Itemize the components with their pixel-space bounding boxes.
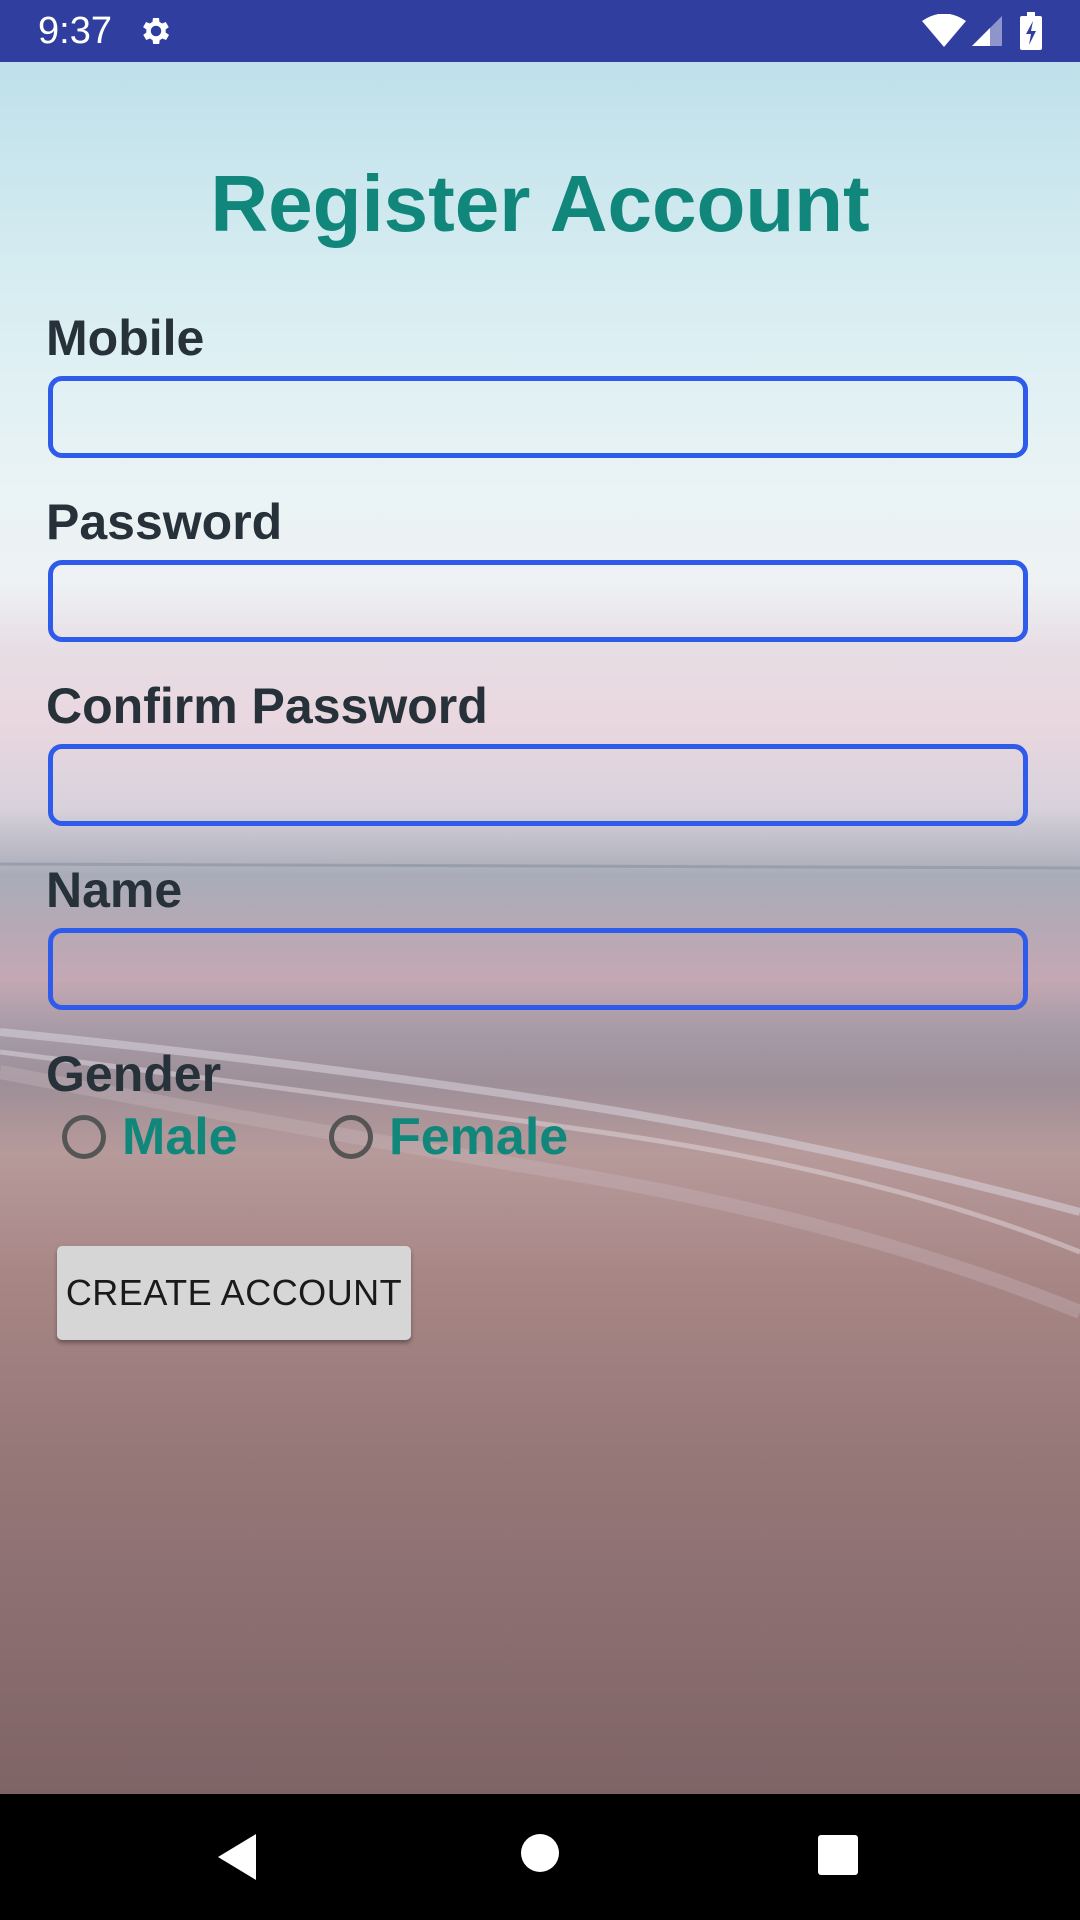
- navigation-bar: [0, 1794, 1080, 1920]
- password-input[interactable]: [48, 560, 1028, 642]
- app-screen: 9:37 Register Account Mobile Password Co…: [0, 0, 1080, 1920]
- mobile-input[interactable]: [48, 376, 1028, 458]
- radio-unchecked-icon[interactable]: [62, 1115, 106, 1159]
- name-label: Name: [46, 862, 183, 918]
- recents-icon[interactable]: [817, 1834, 859, 1876]
- gender-option-label: Female: [389, 1108, 569, 1166]
- gender-radio-female[interactable]: Female: [329, 1102, 568, 1172]
- name-input[interactable]: [48, 928, 1028, 1010]
- create-account-button[interactable]: CREATE ACCOUNT: [57, 1246, 411, 1340]
- wifi-icon: [922, 14, 966, 47]
- gender-label: Gender: [46, 1046, 222, 1102]
- password-label: Password: [46, 494, 283, 550]
- page-title: Register Account: [210, 159, 870, 248]
- back-icon[interactable]: [214, 1832, 260, 1882]
- mobile-label: Mobile: [46, 310, 205, 366]
- signal-icon: [972, 16, 1002, 46]
- battery-charging-icon: [1020, 12, 1042, 50]
- gender-radio-male[interactable]: Male: [62, 1102, 238, 1172]
- gender-option-label: Male: [122, 1108, 238, 1166]
- gear-icon: [143, 17, 170, 45]
- status-bar: 9:37: [0, 0, 1080, 62]
- confirm-password-label: Confirm Password: [46, 678, 488, 734]
- content-area: Register Account Mobile Password Confirm…: [0, 62, 1080, 1794]
- confirm-password-input[interactable]: [48, 744, 1028, 826]
- radio-unchecked-icon[interactable]: [329, 1115, 373, 1159]
- status-time: 9:37: [38, 10, 112, 52]
- home-icon[interactable]: [519, 1832, 561, 1874]
